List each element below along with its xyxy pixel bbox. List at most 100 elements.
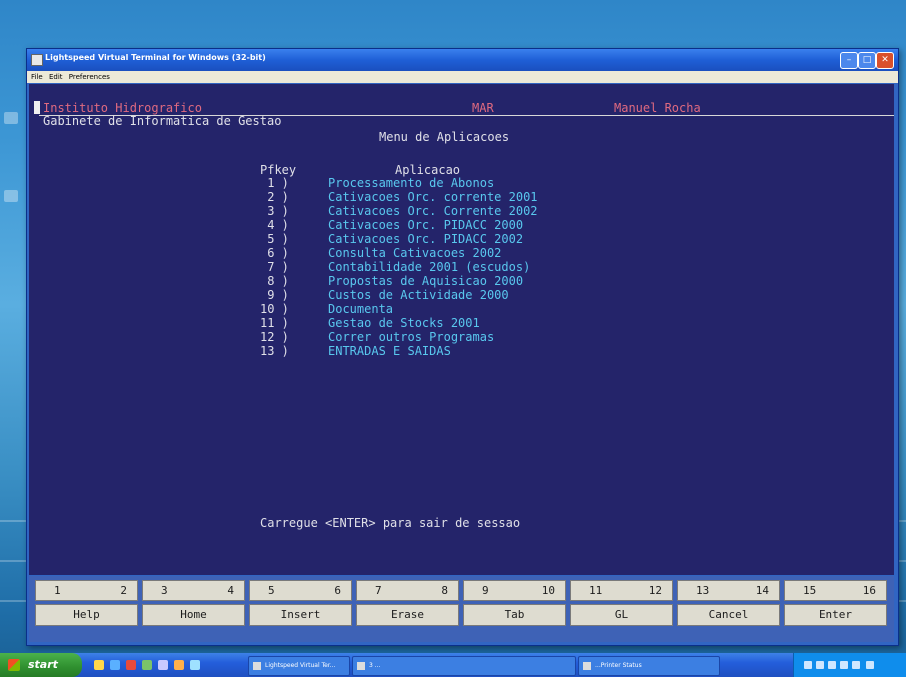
fkey-number-left: 13 xyxy=(696,584,710,597)
tray-icon[interactable] xyxy=(852,661,860,669)
menu-item-key[interactable]: 9 ) xyxy=(260,289,289,302)
subtitle: Gabinete de Informatica de Gestao xyxy=(43,114,282,128)
fkey-enter-button[interactable]: Enter xyxy=(784,604,887,626)
desktop-icon[interactable] xyxy=(4,112,18,124)
fkey-number-button[interactable]: 13 14 xyxy=(677,580,780,601)
quicklaunch-app-icon[interactable] xyxy=(142,660,152,670)
fkey-number-left: 9 xyxy=(482,584,489,597)
menu-item-key[interactable]: 4 ) xyxy=(260,219,289,232)
system-tray xyxy=(793,653,906,677)
text-cursor xyxy=(34,101,40,114)
menu-item-label[interactable]: Processamento de Abonos xyxy=(328,177,494,190)
fkey-number-button[interactable]: 78 xyxy=(356,580,459,601)
window-title: Lightspeed Virtual Terminal for Windows … xyxy=(45,53,266,62)
menu-item-key[interactable]: 5 ) xyxy=(260,233,289,246)
printer-icon xyxy=(583,662,591,670)
footer-instruction: Carregue <ENTER> para sair de sessao xyxy=(260,516,521,530)
header-system: MAR xyxy=(472,101,494,115)
fkey-number-right: 6 xyxy=(334,584,341,597)
menu-edit[interactable]: Edit xyxy=(49,73,63,81)
menu-title: Menu de Aplicacoes xyxy=(379,130,510,144)
fkey-erase-button[interactable]: Erase xyxy=(356,604,459,626)
menu-file[interactable]: File xyxy=(31,73,43,81)
menu-item-label[interactable]: Cativacoes Orc. corrente 2001 xyxy=(328,191,538,204)
menu-item-key[interactable]: 11 ) xyxy=(260,317,289,330)
fkey-number-right: 4 xyxy=(227,584,234,597)
app-icon xyxy=(31,54,43,66)
fkey-number-button[interactable]: 56 xyxy=(249,580,352,601)
menu-preferences[interactable]: Preferences xyxy=(69,73,110,81)
menu-item-label[interactable]: Correr outros Programas xyxy=(328,331,494,344)
fkey-number-button[interactable]: 15 16 xyxy=(784,580,887,601)
fkey-number-left: 1 xyxy=(54,584,61,597)
tray-icon[interactable] xyxy=(804,661,812,669)
menu-item-label[interactable]: Custos de Actividade 2000 xyxy=(328,289,509,302)
fkey-number-right: 8 xyxy=(441,584,448,597)
fkey-home-button[interactable]: Home xyxy=(142,604,245,626)
menu-item-label[interactable]: Contabilidade 2001 (escudos) xyxy=(328,261,530,274)
fkey-number-button[interactable]: 11 12 xyxy=(570,580,673,601)
tray-icon[interactable] xyxy=(828,661,836,669)
menu-item-key[interactable]: 7 ) xyxy=(260,261,289,274)
tray-icon[interactable] xyxy=(840,661,848,669)
fkey-tab-button[interactable]: Tab xyxy=(463,604,566,626)
menu-item-key[interactable]: 10 ) xyxy=(260,303,289,316)
quicklaunch-ie-icon[interactable] xyxy=(110,660,120,670)
taskbar-task-printer[interactable]: ...Printer Status xyxy=(578,656,720,676)
function-key-bar: 1 2 3 4 5 6 7 8 9 10 11 12 13 14 15 16 Help Home Insert Er… xyxy=(29,576,894,642)
menu-item-key[interactable]: 6 ) xyxy=(260,247,289,260)
quicklaunch-app-icon[interactable] xyxy=(174,660,184,670)
tray-icon[interactable] xyxy=(866,661,874,669)
menu-item-key[interactable]: 2 ) xyxy=(260,191,289,204)
menu-item-key[interactable]: 12 ) xyxy=(260,331,289,344)
fkey-number-button[interactable]: 9 10 xyxy=(463,580,566,601)
window-titlebar[interactable]: Lightspeed Virtual Terminal for Windows … xyxy=(27,49,898,71)
close-button[interactable]: ✕ xyxy=(876,52,894,69)
tray-icon[interactable] xyxy=(816,661,824,669)
menu-item-key[interactable]: 8 ) xyxy=(260,275,289,288)
fkey-insert-button[interactable]: Insert xyxy=(249,604,352,626)
menu-item-label[interactable]: ENTRADAS E SAIDAS xyxy=(328,345,451,358)
taskbar-task-terminal[interactable]: Lightspeed Virtual Ter... xyxy=(248,656,350,676)
header-user: Manuel Rocha xyxy=(614,101,701,115)
terminal-window: Lightspeed Virtual Terminal for Windows … xyxy=(26,48,899,646)
fkey-number-button[interactable]: 34 xyxy=(142,580,245,601)
menu-item-key[interactable]: 1 ) xyxy=(260,177,289,190)
maximize-button[interactable]: □ xyxy=(858,52,876,69)
minimize-button[interactable]: – xyxy=(840,52,858,69)
fkey-number-left: 15 xyxy=(803,584,817,597)
menu-item-label[interactable]: Propostas de Aquisicao 2000 xyxy=(328,275,523,288)
fkey-number-right: 16 xyxy=(862,584,876,597)
menu-item-label[interactable]: Cativacoes Orc. Corrente 2002 xyxy=(328,205,538,218)
fkey-number-left: 11 xyxy=(589,584,603,597)
quicklaunch-folder-icon[interactable] xyxy=(94,660,104,670)
menu-item-key[interactable]: 13 ) xyxy=(260,345,289,358)
quicklaunch-app-icon[interactable] xyxy=(190,660,200,670)
fkey-number-left: 3 xyxy=(161,584,168,597)
menu-item-label[interactable]: Cativacoes Orc. PIDACC 2000 xyxy=(328,219,523,232)
fkey-cancel-button[interactable]: Cancel xyxy=(677,604,780,626)
menu-item-label[interactable]: Cativacoes Orc. PIDACC 2002 xyxy=(328,233,523,246)
fkey-number-right: 2 xyxy=(120,584,127,597)
fkey-number-right: 10 xyxy=(541,584,555,597)
menu-bar: File Edit Preferences xyxy=(27,71,898,83)
menu-item-label[interactable]: Documenta xyxy=(328,303,393,316)
quicklaunch-app-icon[interactable] xyxy=(126,660,136,670)
fkey-gl-button[interactable]: GL xyxy=(570,604,673,626)
desktop-icon[interactable] xyxy=(4,190,18,202)
quicklaunch-app-icon[interactable] xyxy=(158,660,168,670)
menu-item-label[interactable]: Consulta Cativacoes 2002 xyxy=(328,247,501,260)
terminal-icon xyxy=(253,662,261,670)
fkey-help-button[interactable]: Help xyxy=(35,604,138,626)
fkey-number-right: 12 xyxy=(648,584,662,597)
folder-icon xyxy=(357,662,365,670)
menu-item-label[interactable]: Gestao de Stocks 2001 xyxy=(328,317,480,330)
fkey-number-left: 5 xyxy=(268,584,275,597)
start-button[interactable]: start xyxy=(0,653,82,677)
menu-item-key[interactable]: 3 ) xyxy=(260,205,289,218)
fkey-number-left: 7 xyxy=(375,584,382,597)
windows-logo-icon xyxy=(8,659,20,671)
taskbar-task-group[interactable]: 3 ... xyxy=(352,656,576,676)
terminal-screen[interactable]: Instituto Hidrografico MAR Manuel Rocha … xyxy=(29,84,894,575)
fkey-number-button[interactable]: 12 xyxy=(35,580,138,601)
